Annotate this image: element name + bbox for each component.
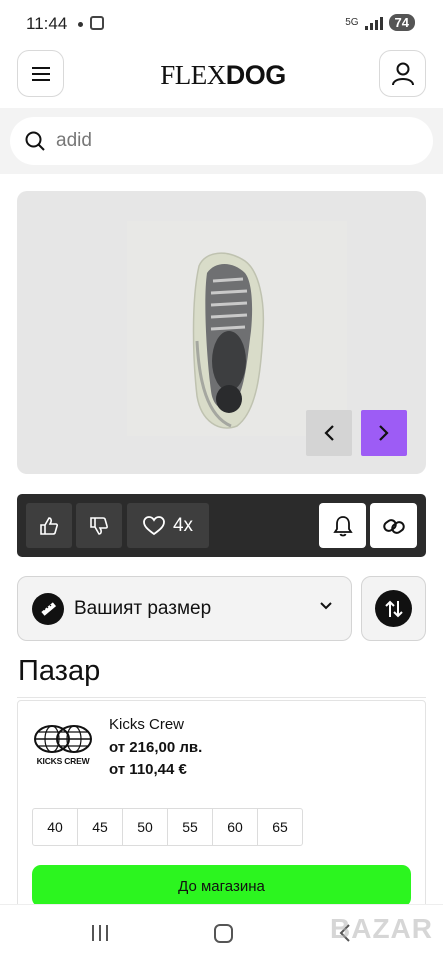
go-to-store-button[interactable]: До магазина [32,865,411,907]
dislike-button[interactable] [76,503,122,548]
size-option[interactable]: 40 [32,808,78,846]
size-selector[interactable]: Вашият размер [17,576,352,641]
gallery-prev-button[interactable] [306,410,352,456]
globe-logo-icon [34,725,92,753]
favorite-button[interactable]: 4x [127,503,209,548]
page: 11:44 5G 74 FLEXDOG adid 4x Вашият разме… [0,0,443,960]
battery-level: 74 [388,14,415,31]
size-options: 40 45 50 55 60 65 [32,808,303,846]
share-link-button[interactable] [370,503,417,548]
status-time: 11:44 [26,14,68,33]
product-image-gallery[interactable] [17,191,426,474]
heart-icon [143,515,165,535]
product-action-bar: 4x [17,494,426,557]
logo-text-flex: FLEX [160,60,226,90]
network-type: 5G [345,17,359,28]
notification-dot-icon [78,22,83,27]
size-option[interactable]: 65 [257,808,303,846]
ruler-icon [32,592,64,625]
hamburger-icon [31,66,50,81]
status-right: 5G 74 [345,14,415,31]
sort-arrows-icon [375,590,412,627]
market-divider [17,697,426,698]
store-logo-text: KICKS CREW [36,756,90,766]
store-name: Kicks Crew [109,716,185,733]
user-icon [391,62,414,85]
search-bar[interactable] [10,117,433,165]
thumbs-down-icon [90,516,108,535]
gallery-next-button[interactable] [361,410,407,456]
size-selector-label: Вашият размер [74,597,212,619]
chevron-right-icon [379,425,389,441]
logo-text-dog: DOG [225,60,287,90]
recent-apps-icon[interactable] [91,925,109,941]
size-option[interactable]: 50 [122,808,168,846]
offer-card: KICKS CREW Kicks Crew от 216,00 лв. от 1… [17,700,426,930]
size-option[interactable]: 45 [77,808,123,846]
chevron-left-icon [324,425,334,441]
size-option[interactable]: 55 [167,808,213,846]
bazar-watermark: BAZAR [330,913,433,944]
screenshot-icon [90,16,104,30]
signal-icon [364,16,383,30]
account-button[interactable] [379,50,426,97]
product-shoe-image [127,221,347,436]
search-input[interactable] [56,130,396,152]
like-button[interactable] [26,503,72,548]
notify-button[interactable] [319,503,366,548]
search-icon [25,131,45,151]
bell-icon [332,515,353,536]
price-eur: от 110,44 € [109,761,187,778]
menu-button[interactable] [17,50,64,97]
market-heading: Пазар [18,655,101,687]
search-bar-container [0,108,443,174]
link-icon [382,518,405,534]
home-icon[interactable] [214,924,233,943]
chevron-down-icon [320,602,332,610]
price-bgn: от 216,00 лв. [109,739,203,756]
site-header: FLEXDOG [0,48,443,106]
sort-button[interactable] [361,576,426,641]
flexdog-logo[interactable]: FLEXDOG [130,60,316,91]
thumbs-up-icon [40,516,58,535]
status-bar: 11:44 5G 74 [0,0,443,46]
store-logo: KICKS CREW [32,725,94,767]
size-option[interactable]: 60 [212,808,258,846]
favorite-count: 4x [172,514,194,536]
